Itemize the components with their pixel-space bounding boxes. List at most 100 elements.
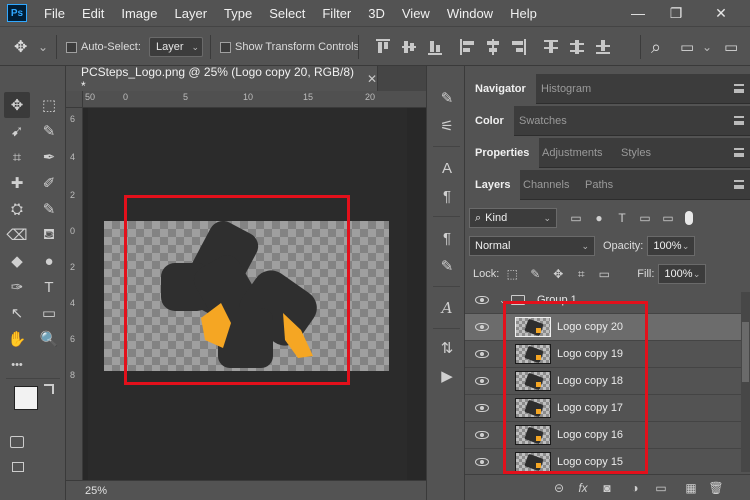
filter-pixel-icon[interactable]: ▭ (569, 211, 583, 225)
tab-paths[interactable]: Paths (575, 170, 623, 200)
marquee-tool-icon[interactable]: ⬚ (36, 92, 62, 118)
opacity-field[interactable]: 100% ⌄ (647, 236, 696, 256)
panel-menu-icon[interactable] (734, 84, 744, 93)
tab-channels[interactable]: Channels (513, 170, 579, 200)
eye-icon[interactable] (475, 431, 489, 439)
screen-mode-icon[interactable] (12, 462, 24, 472)
workspace-chevron-icon[interactable]: ⌄ (702, 27, 712, 67)
distribute-center-icon[interactable] (570, 39, 584, 55)
tab-styles[interactable]: Styles (611, 138, 661, 168)
eyedropper-tool-icon[interactable]: ✒ (36, 144, 62, 170)
filter-toggle[interactable] (685, 211, 693, 225)
tab-histogram[interactable]: Histogram (531, 74, 601, 104)
align-horizontal-center-icon[interactable] (486, 39, 500, 55)
history-brush-tool-icon[interactable]: ✎ (36, 196, 62, 222)
new-group-icon[interactable]: ▭ (653, 480, 669, 496)
paint-bucket-tool-icon[interactable]: ⛾ (36, 222, 62, 248)
document-tab[interactable]: PCSteps_Logo.png @ 25% (Logo copy 20, RG… (66, 65, 378, 93)
menu-3d[interactable]: 3D (368, 6, 385, 21)
add-mask-icon[interactable]: ◙ (599, 480, 615, 496)
filter-smart-object-icon[interactable]: ▭ (661, 211, 675, 225)
close-icon[interactable]: ✕ (705, 0, 737, 26)
character-styles-icon[interactable]: ✎ (437, 256, 457, 276)
share-icon[interactable]: ▭ (724, 27, 738, 67)
ruler-origin[interactable] (66, 91, 83, 108)
rectangle-tool-icon[interactable]: ▭ (36, 300, 62, 326)
eye-icon[interactable] (475, 377, 489, 385)
layer-filter-kind-dropdown[interactable]: ⌕ Kind ⌄ (469, 208, 557, 228)
swap-colors-icon[interactable] (44, 384, 54, 394)
filter-adjustment-icon[interactable]: ● (592, 211, 606, 225)
menu-edit[interactable]: Edit (82, 6, 104, 21)
minimize-icon[interactable]: — (622, 0, 654, 26)
crop-tool-icon[interactable]: ⌗ (4, 144, 30, 170)
eye-icon[interactable] (475, 296, 489, 304)
photoshop-logo[interactable]: Ps (7, 4, 27, 22)
tool-preset-arrow-icon[interactable]: ⌄ (38, 27, 48, 67)
healing-brush-tool-icon[interactable]: ✚ (4, 170, 30, 196)
brush-settings-icon[interactable]: ✎ (437, 88, 457, 108)
zoom-level[interactable]: 25% (85, 485, 107, 497)
tab-swatches[interactable]: Swatches (509, 106, 577, 136)
foreground-color-swatch[interactable] (14, 386, 38, 410)
lock-image-icon[interactable]: ✎ (528, 267, 542, 281)
move-tool-icon[interactable]: ✥ (14, 27, 27, 67)
eye-icon[interactable] (475, 323, 489, 331)
search-icon[interactable]: ⌕ (651, 27, 661, 67)
menu-type[interactable]: Type (224, 6, 252, 21)
workspace-icon[interactable]: ▭ (680, 27, 694, 67)
glyphs-icon[interactable]: A (437, 298, 457, 318)
auto-select-target-dropdown[interactable]: Layer ⌄ (149, 27, 203, 67)
tab-navigator[interactable]: Navigator (465, 74, 536, 104)
fill-field[interactable]: 100% ⌄ (658, 264, 707, 284)
menu-help[interactable]: Help (510, 6, 537, 21)
panel-menu-icon[interactable] (734, 148, 744, 157)
restore-icon[interactable]: ❐ (660, 0, 692, 26)
align-vertical-center-icon[interactable] (402, 39, 416, 55)
align-bottom-icon[interactable] (428, 39, 442, 55)
lock-all-icon[interactable]: ▭ (597, 267, 611, 281)
scroll-thumb[interactable] (742, 322, 749, 382)
auto-select-checkbox[interactable]: Auto-Select: (66, 27, 141, 67)
close-icon[interactable]: ✕ (367, 72, 377, 86)
show-transform-check-box[interactable] (220, 41, 231, 53)
quick-selection-tool-icon[interactable]: ✎ (36, 118, 62, 144)
lock-artboard-icon[interactable]: ⌗ (574, 267, 588, 281)
show-transform-controls-checkbox[interactable]: Show Transform Controls (220, 27, 359, 67)
menu-select[interactable]: Select (269, 6, 305, 21)
character-icon[interactable]: A (437, 158, 457, 178)
auto-select-check-box[interactable] (66, 41, 77, 53)
link-layers-icon[interactable]: ⊝ (551, 480, 567, 496)
menu-window[interactable]: Window (447, 6, 493, 21)
layers-scrollbar[interactable] (741, 292, 750, 472)
blend-mode-dropdown[interactable]: Normal ⌄ (469, 236, 595, 256)
panel-menu-icon[interactable] (734, 180, 744, 189)
distribute-top-icon[interactable] (544, 39, 558, 55)
align-right-icon[interactable] (512, 39, 526, 55)
menu-view[interactable]: View (402, 6, 430, 21)
history-icon[interactable]: ⇅ (437, 338, 457, 358)
path-selection-tool-icon[interactable]: ↖ (4, 300, 30, 326)
brush-tool-icon[interactable]: ✐ (36, 170, 62, 196)
quick-mask-icon[interactable] (10, 436, 24, 448)
distribute-bottom-icon[interactable] (596, 39, 610, 55)
paragraph-styles-icon[interactable]: ¶ (437, 228, 457, 248)
pen-tool-icon[interactable]: ✑ (4, 274, 30, 300)
hand-tool-icon[interactable]: ✋ (4, 326, 30, 352)
blur-tool-icon[interactable]: ◆ (4, 248, 30, 274)
lasso-tool-icon[interactable]: ➹ (4, 118, 30, 144)
vertical-ruler[interactable]: 6 4 2 0 2 4 6 8 (66, 108, 83, 480)
panel-menu-icon[interactable] (734, 116, 744, 125)
eye-icon[interactable] (475, 404, 489, 412)
eye-icon[interactable] (475, 350, 489, 358)
actions-icon[interactable]: ▶ (437, 366, 457, 386)
brushes-icon[interactable]: ⚟ (437, 116, 457, 136)
layer-style-fx-icon[interactable]: fx (575, 480, 591, 496)
filter-type-icon[interactable]: T (615, 211, 629, 225)
align-left-icon[interactable] (460, 39, 474, 55)
move-tool-icon[interactable]: ✥ (4, 92, 30, 118)
adjustment-layer-icon[interactable]: ◑ (627, 480, 643, 496)
horizontal-ruler[interactable]: 50 0 5 10 15 20 (83, 91, 426, 108)
tab-properties[interactable]: Properties (465, 138, 540, 168)
canvas-area[interactable] (83, 108, 426, 480)
